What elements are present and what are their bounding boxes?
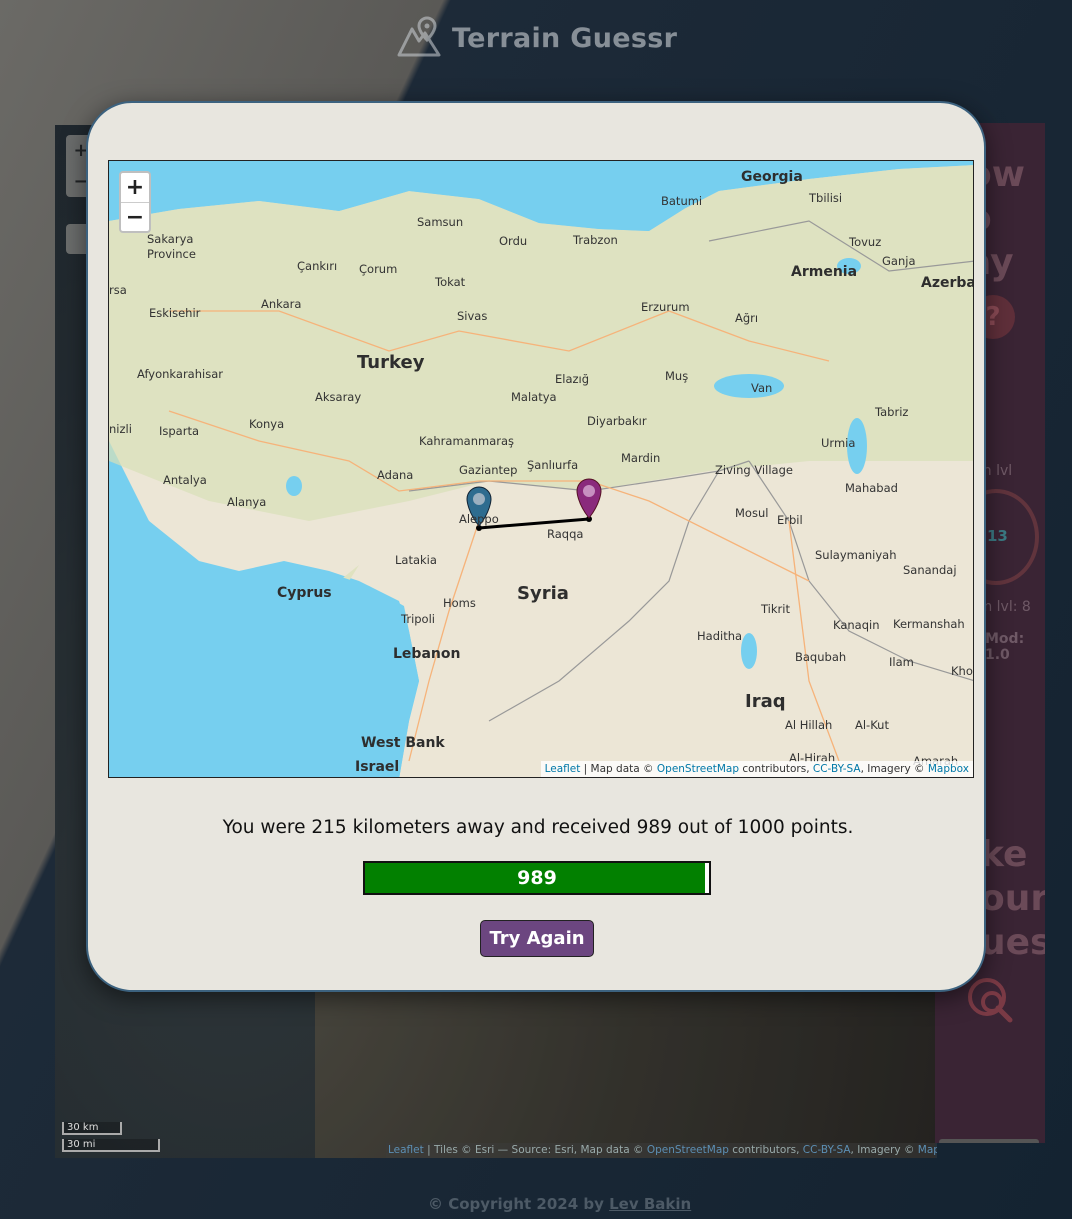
score-value: 989	[517, 867, 557, 889]
svg-text:Tripoli: Tripoli	[400, 612, 435, 626]
zoom-in-button[interactable]: +	[121, 173, 149, 203]
svg-text:Ağrı: Ağrı	[735, 311, 758, 325]
svg-text:Mardin: Mardin	[621, 451, 660, 465]
svg-text:Antalya: Antalya	[163, 473, 207, 487]
svg-text:Raqqa: Raqqa	[547, 527, 583, 541]
svg-text:nizli: nizli	[109, 422, 132, 436]
svg-text:Kanaqin: Kanaqin	[833, 618, 880, 632]
svg-text:Al-Kut: Al-Kut	[855, 718, 889, 732]
svg-text:Sanandaj: Sanandaj	[903, 563, 957, 577]
result-map-tiles: Georgia Armenia Azerbai Turkey Syria Ira…	[109, 161, 974, 777]
svg-text:Kermanshah: Kermanshah	[893, 617, 965, 631]
side-panel-scrollbar[interactable]	[939, 1139, 1039, 1143]
scale-bar-km: 30 km	[62, 1122, 122, 1135]
svg-text:Sulaymaniyah: Sulaymaniyah	[815, 548, 897, 562]
svg-text:Ganja: Ganja	[882, 254, 916, 268]
svg-text:Şanlıurfa: Şanlıurfa	[527, 458, 578, 472]
license-link[interactable]: CC-BY-SA	[813, 763, 861, 775]
svg-text:Gaziantep: Gaziantep	[459, 463, 517, 477]
zoom-out-button[interactable]: −	[121, 203, 149, 232]
svg-text:Israel: Israel	[355, 759, 399, 775]
svg-text:Homs: Homs	[443, 596, 476, 610]
svg-text:Ankara: Ankara	[261, 297, 301, 311]
zoom-value: 13	[987, 527, 1008, 545]
svg-text:Ziving Village: Ziving Village	[715, 463, 793, 477]
svg-text:Van: Van	[751, 381, 772, 395]
svg-text:Haditha: Haditha	[697, 629, 742, 643]
svg-text:Azerbai: Azerbai	[921, 275, 974, 291]
score-modifier: Mod: 1.0	[985, 631, 1025, 663]
globe-search-icon[interactable]	[965, 975, 1017, 1027]
svg-text:Tovuz: Tovuz	[848, 235, 881, 249]
svg-text:Erbil: Erbil	[777, 513, 803, 527]
try-again-button[interactable]: Try Again	[480, 920, 594, 957]
footer: © Copyright 2024 by Lev Bakin	[428, 1195, 692, 1213]
svg-text:Malatya: Malatya	[511, 390, 557, 404]
svg-text:Adana: Adana	[377, 468, 413, 482]
svg-text:Urmia: Urmia	[821, 436, 855, 450]
svg-text:Iraq: Iraq	[745, 691, 786, 712]
svg-text:Kahramanmaraş: Kahramanmaraş	[419, 434, 514, 448]
svg-text:Khor: Khor	[951, 664, 974, 678]
svg-text:Mahabad: Mahabad	[845, 481, 898, 495]
svg-text:Samsun: Samsun	[417, 215, 463, 229]
svg-text:Sakarya: Sakarya	[147, 232, 193, 246]
svg-text:Aleppo: Aleppo	[459, 512, 499, 526]
result-modal: Georgia Armenia Azerbai Turkey Syria Ira…	[86, 101, 986, 992]
result-text: You were 215 kilometers away and receive…	[222, 817, 854, 838]
svg-text:Georgia: Georgia	[741, 169, 803, 185]
svg-text:Afyonkarahisar: Afyonkarahisar	[137, 367, 223, 381]
svg-text:Syria: Syria	[517, 583, 569, 604]
svg-text:Çorum: Çorum	[359, 262, 397, 276]
svg-text:Tabriz: Tabriz	[874, 405, 908, 419]
result-map[interactable]: Georgia Armenia Azerbai Turkey Syria Ira…	[108, 160, 974, 778]
svg-text:Tikrit: Tikrit	[760, 602, 790, 616]
svg-text:Al Hillah: Al Hillah	[785, 718, 832, 732]
svg-text:Mosul: Mosul	[735, 506, 768, 520]
svg-text:Muş: Muş	[665, 369, 688, 383]
svg-text:Tbilisi: Tbilisi	[808, 191, 842, 205]
svg-text:Ordu: Ordu	[499, 234, 527, 248]
leaflet-link[interactable]: Leaflet	[545, 763, 581, 775]
svg-text:Batumi: Batumi	[661, 194, 702, 208]
svg-text:Eskisehir: Eskisehir	[149, 306, 201, 320]
svg-text:Alanya: Alanya	[227, 495, 266, 509]
svg-text:West Bank: West Bank	[361, 735, 445, 751]
mountain-pin-logo-icon	[397, 16, 441, 57]
svg-text:Aksaray: Aksaray	[315, 390, 361, 404]
score-progress-bar: 989	[363, 861, 711, 895]
svg-text:Cyprus: Cyprus	[277, 585, 332, 601]
app-title: Terrain Guessr	[452, 22, 678, 54]
svg-text:Ilam: Ilam	[889, 655, 914, 669]
map-zoom-control[interactable]: + −	[119, 171, 151, 233]
svg-text:Province: Province	[147, 247, 196, 261]
svg-text:Turkey: Turkey	[357, 352, 425, 373]
svg-text:Konya: Konya	[249, 417, 284, 431]
svg-text:Lebanon: Lebanon	[393, 646, 460, 662]
svg-text:Tokat: Tokat	[434, 275, 466, 289]
svg-text:Armenia: Armenia	[791, 264, 857, 280]
map-attribution: Leaflet | Map data © OpenStreetMap contr…	[540, 761, 973, 777]
svg-text:Isparta: Isparta	[159, 424, 199, 438]
svg-text:Trabzon: Trabzon	[572, 233, 618, 247]
svg-text:Diyarbakır: Diyarbakır	[587, 414, 647, 428]
svg-text:Baqubah: Baqubah	[795, 650, 846, 664]
scale-bar-mi: 30 mi	[62, 1139, 160, 1152]
svg-text:rsa: rsa	[109, 283, 127, 297]
mapbox-link[interactable]: Mapbox	[928, 763, 969, 775]
svg-text:Erzurum: Erzurum	[641, 300, 690, 314]
make-your-guess-heading[interactable]: ke our uess	[980, 833, 1045, 965]
background-map-attribution: Leaflet | Tiles © Esri — Source: Esri, M…	[386, 1143, 937, 1158]
svg-text:Elazığ: Elazığ	[555, 372, 589, 386]
svg-text:Sivas: Sivas	[457, 309, 487, 323]
osm-link[interactable]: OpenStreetMap	[657, 763, 739, 775]
app-header: Terrain Guessr	[396, 8, 677, 68]
svg-text:Latakia: Latakia	[395, 553, 437, 567]
svg-text:Çankırı: Çankırı	[297, 259, 337, 273]
author-link[interactable]: Lev Bakin	[609, 1195, 691, 1213]
